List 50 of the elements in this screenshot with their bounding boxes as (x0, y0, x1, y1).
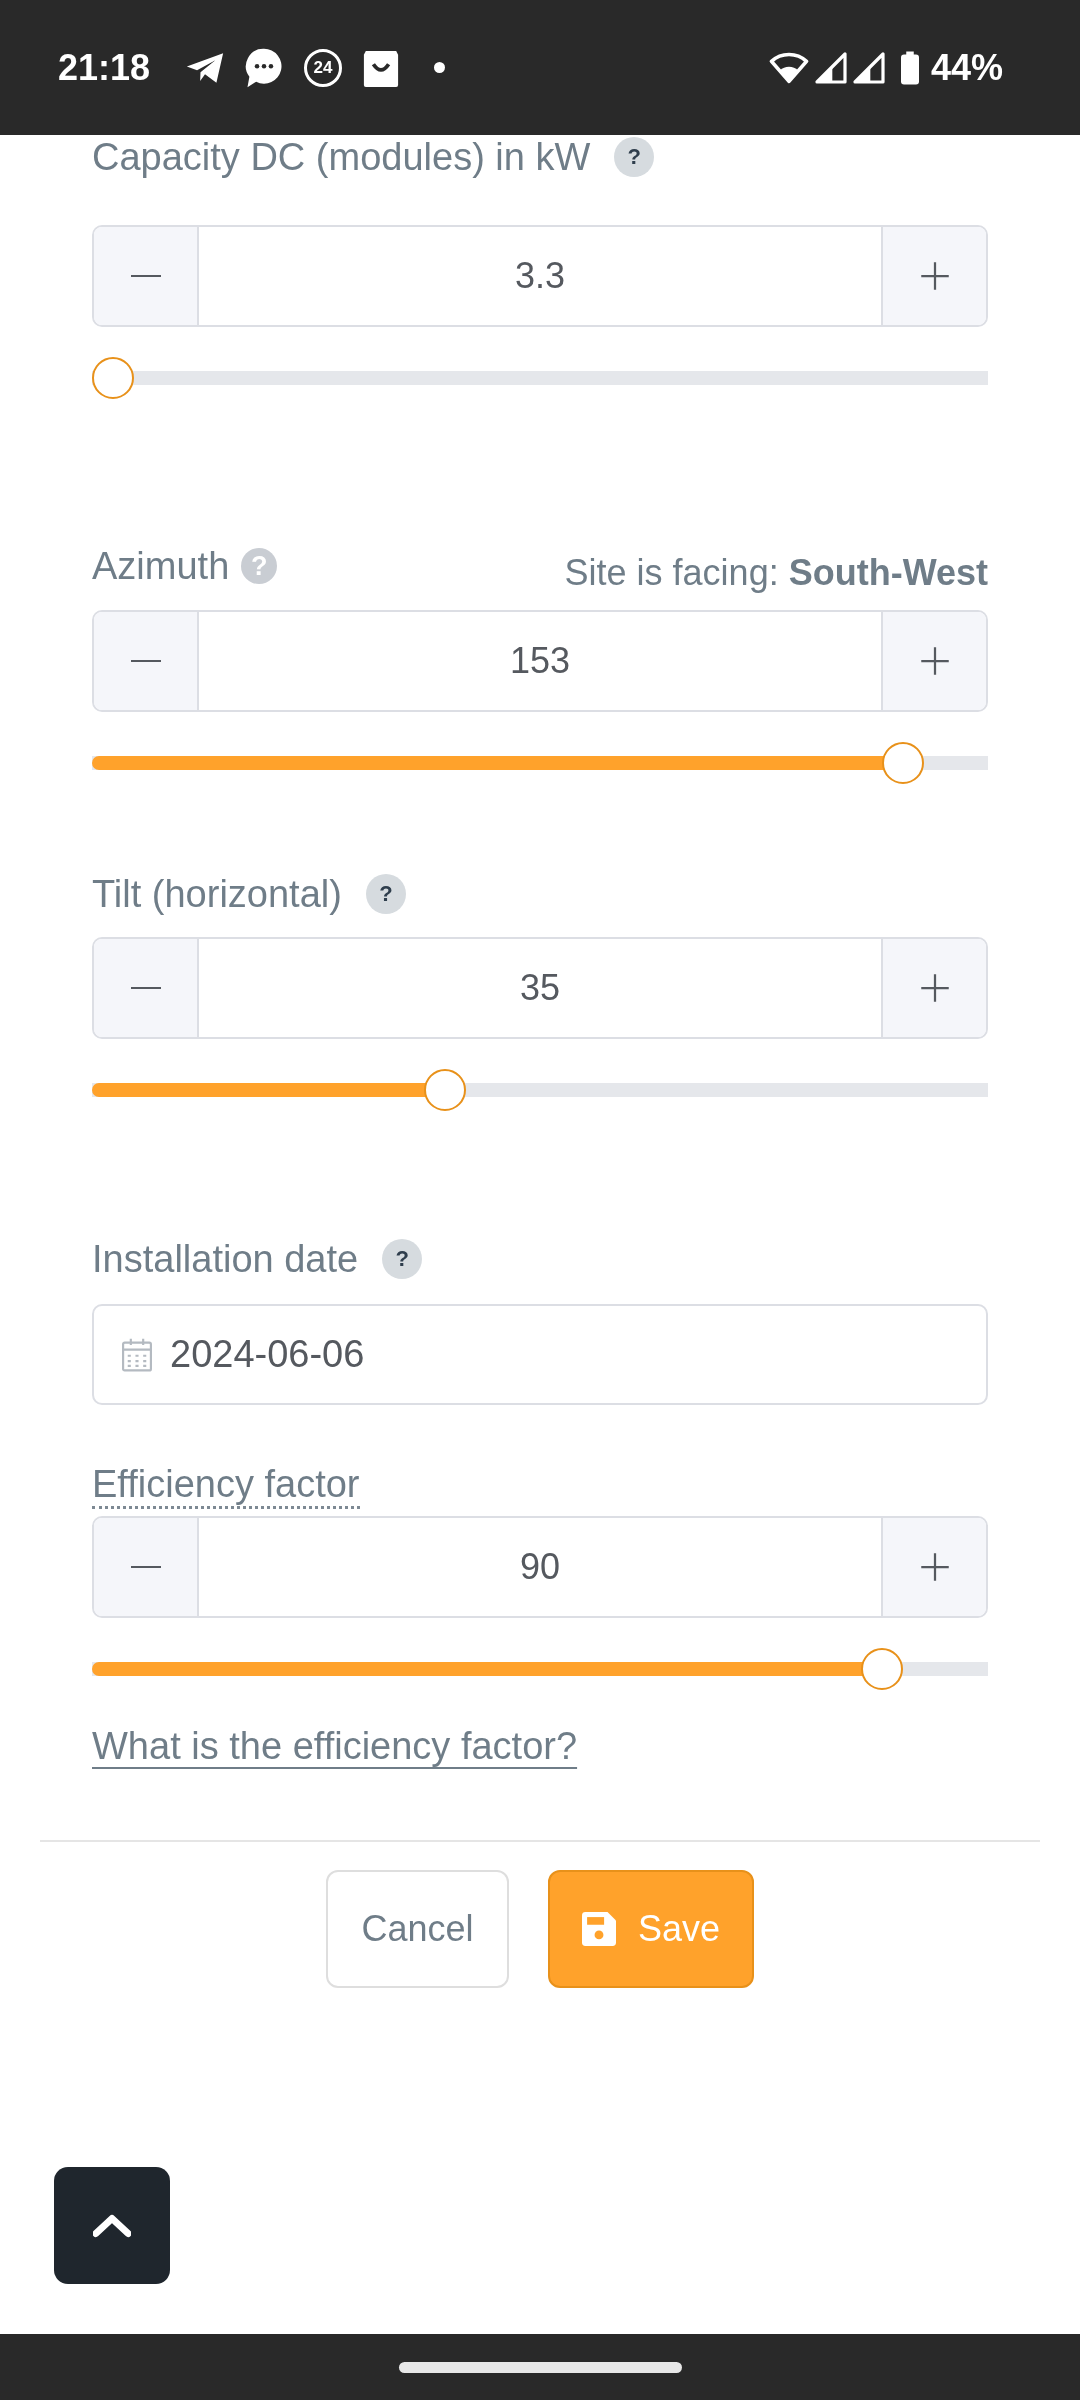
battery-percent: 44% (930, 49, 1003, 86)
notification-badge: 24 (304, 48, 343, 87)
slider-thumb[interactable] (881, 742, 924, 784)
shopping-bag-icon (362, 48, 401, 87)
status-time: 21:18 (58, 49, 151, 86)
signal-icon (852, 51, 885, 84)
increase-button[interactable] (881, 939, 986, 1037)
date-field[interactable]: 2024-06-06 (92, 1304, 988, 1405)
field-label: Tilt (horizontal) (92, 875, 342, 913)
back-to-top-button[interactable] (54, 2167, 170, 2284)
battery-icon (900, 50, 919, 85)
decrease-button[interactable] (94, 612, 199, 710)
field-label: Capacity DC (modules) in kW (92, 138, 591, 176)
number-stepper[interactable]: 153 (92, 610, 988, 712)
field-label: Azimuth (92, 547, 230, 585)
decrease-button[interactable] (94, 1518, 199, 1616)
facing-text: Site is facing: South-West (564, 555, 988, 591)
increase-button[interactable] (881, 227, 986, 325)
plus-icon (919, 261, 950, 291)
number-stepper[interactable]: 35 (92, 937, 988, 1039)
plus-icon (919, 1552, 950, 1582)
slider-thumb[interactable] (424, 1069, 467, 1111)
paper-plane-icon (186, 51, 225, 84)
calendar-icon (120, 1337, 154, 1372)
field-label: Efficiency factor (92, 1465, 360, 1509)
wifi-icon (768, 51, 809, 84)
home-indicator[interactable] (398, 2361, 682, 2373)
minus-icon (130, 275, 161, 277)
increase-button[interactable] (881, 612, 986, 710)
decrease-button[interactable] (94, 227, 199, 325)
minus-icon (130, 987, 161, 989)
number-stepper[interactable]: 90 (92, 1516, 988, 1618)
decrease-button[interactable] (94, 939, 199, 1037)
chevron-up-icon (93, 2213, 131, 2238)
cancel-button[interactable]: Cancel (326, 1870, 509, 1988)
slider-thumb[interactable] (92, 357, 134, 399)
help-link[interactable]: What is the efficiency factor? (92, 1726, 578, 1766)
number-stepper[interactable]: 3.3 (92, 225, 988, 327)
help-badge[interactable]: ? (614, 137, 655, 177)
help-badge[interactable]: ? (365, 874, 406, 914)
minus-icon (130, 1566, 161, 1568)
plus-icon (919, 646, 950, 676)
slider-thumb[interactable] (860, 1648, 903, 1690)
signal-icon (814, 51, 847, 84)
minus-icon (130, 660, 161, 662)
field-label: Installation date (92, 1240, 359, 1278)
help-badge[interactable]: ? (382, 1239, 423, 1279)
increase-button[interactable] (881, 1518, 986, 1616)
plus-icon (919, 973, 950, 1003)
date-input[interactable]: 2024-06-06 (170, 1324, 960, 1385)
